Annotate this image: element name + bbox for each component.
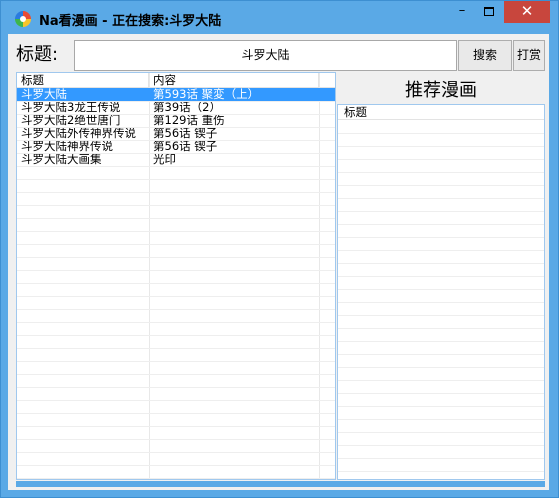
grid-line [17, 335, 335, 336]
grid-line [338, 445, 544, 446]
grid-line [17, 127, 335, 128]
grid-line [17, 114, 335, 115]
grid-line [17, 153, 335, 154]
grid-line [17, 192, 335, 193]
row-title: 斗罗大陆外传神界传说 [21, 127, 136, 140]
column-header-content[interactable]: 内容 [149, 73, 319, 88]
grid-line [338, 211, 544, 212]
grid-line [338, 367, 544, 368]
grid-line [17, 218, 335, 219]
grid-line [17, 387, 335, 388]
row-content: 第39话（2） [153, 101, 221, 114]
grid-line [338, 380, 544, 381]
recommend-panel: 推荐漫画 标题 [337, 72, 545, 480]
grid-line [338, 159, 544, 160]
column-header-title[interactable]: 标题 [17, 73, 149, 88]
grid-line [17, 101, 335, 102]
recommend-list[interactable]: 标题 [337, 104, 545, 480]
grid-line [17, 283, 335, 284]
grid-line [338, 198, 544, 199]
grid-line [338, 315, 544, 316]
grid-line [338, 133, 544, 134]
row-title: 斗罗大陆3龙王传说 [21, 101, 121, 114]
grid-line [338, 406, 544, 407]
donate-button[interactable]: 打赏 [513, 40, 545, 71]
recommend-header: 标题 [338, 105, 544, 120]
title-bar[interactable]: Na看漫画 - 正在搜索:斗罗大陆 – ✕ [1, 1, 558, 35]
search-input[interactable]: 斗罗大陆 [74, 40, 457, 71]
table-row[interactable]: 斗罗大陆2绝世唐门 第129话 重伤 [17, 114, 335, 127]
grid-line [17, 374, 335, 375]
row-content: 光印 [153, 153, 176, 166]
grid-line [338, 341, 544, 342]
minimize-button[interactable]: – [449, 1, 475, 23]
grid-line [17, 348, 335, 349]
table-row[interactable]: 斗罗大陆神界传说 第56话 锲子 [17, 140, 335, 153]
row-content: 第56话 锲子 [153, 140, 218, 153]
app-logo-icon [15, 11, 31, 27]
grid-line [17, 257, 335, 258]
row-title: 斗罗大陆神界传说 [21, 140, 113, 153]
grid-line [338, 471, 544, 472]
grid-line [338, 276, 544, 277]
grid-line [17, 231, 335, 232]
status-bar [16, 481, 545, 487]
table-row[interactable]: 斗罗大陆大画集 光印 [17, 153, 335, 166]
maximize-icon [484, 7, 494, 16]
grid-line [17, 270, 335, 271]
row-title: 斗罗大陆2绝世唐门 [21, 114, 121, 127]
grid-line [338, 458, 544, 459]
row-title: 斗罗大陆 [21, 88, 67, 101]
grid-line [17, 244, 335, 245]
results-list[interactable]: 标题 内容 斗罗大陆 第593话 聚変（上） 斗罗大陆3龙王传说 第39话（2） 斗罗大… [16, 72, 336, 480]
window-title: Na看漫画 - 正在搜索:斗罗大陆 [39, 14, 222, 29]
grid-line [17, 413, 335, 414]
grid-line [338, 146, 544, 147]
grid-line [17, 179, 335, 180]
grid-line [17, 452, 335, 453]
grid-line [338, 432, 544, 433]
table-row[interactable]: 斗罗大陆 第593话 聚変（上） [17, 88, 335, 101]
grid-line [338, 302, 544, 303]
grid-line [17, 361, 335, 362]
grid-line [338, 250, 544, 251]
grid-line [17, 426, 335, 427]
grid-line [17, 439, 335, 440]
title-label: 标题: [16, 44, 59, 65]
grid-line [17, 166, 335, 167]
grid-line [338, 354, 544, 355]
grid-line [17, 478, 335, 479]
table-row[interactable]: 斗罗大陆外传神界传说 第56话 锲子 [17, 127, 335, 140]
row-content: 第56话 锲子 [153, 127, 218, 140]
row-title: 斗罗大陆大画集 [21, 153, 102, 166]
grid-line [338, 185, 544, 186]
grid-line [338, 419, 544, 420]
grid-line [17, 140, 335, 141]
grid-line [338, 263, 544, 264]
grid-line [338, 172, 544, 173]
row-content: 第129话 重伤 [153, 114, 225, 127]
results-header: 标题 内容 [17, 73, 335, 88]
grid-line [338, 328, 544, 329]
grid-line [338, 393, 544, 394]
grid-line [338, 237, 544, 238]
grid-line [17, 309, 335, 310]
grid-line [338, 289, 544, 290]
recommend-title: 推荐漫画 [405, 80, 477, 101]
grid-line [17, 465, 335, 466]
column-header-title[interactable]: 标题 [338, 105, 544, 120]
grid-line [17, 322, 335, 323]
row-content: 第593话 聚変（上） [153, 88, 260, 101]
table-row[interactable]: 斗罗大陆3龙王传说 第39话（2） [17, 101, 335, 114]
close-button[interactable]: ✕ [504, 1, 550, 23]
grid-line [17, 296, 335, 297]
grid-line [17, 400, 335, 401]
maximize-button[interactable] [475, 1, 503, 23]
grid-line [338, 224, 544, 225]
search-button[interactable]: 搜索 [458, 40, 512, 71]
grid-line [17, 205, 335, 206]
